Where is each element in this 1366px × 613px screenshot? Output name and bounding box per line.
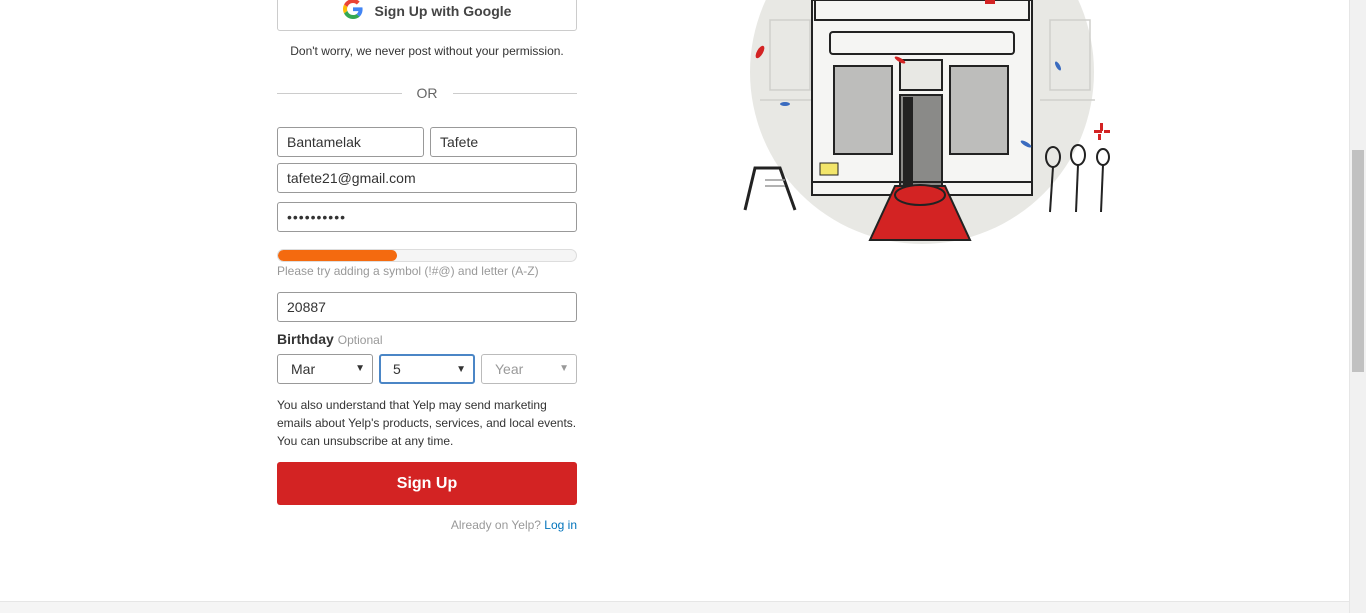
birth-month-select[interactable]: Mar ▼ xyxy=(277,354,373,384)
birthday-label-text: Birthday xyxy=(277,331,334,347)
password-input[interactable]: •••••••••• xyxy=(277,202,577,232)
caret-down-icon: ▼ xyxy=(559,363,569,374)
birth-day-value: 5 xyxy=(393,361,401,377)
already-member-text: Already on Yelp? xyxy=(450,518,541,532)
privacy-disclaimer: Don't worry, we never post without your … xyxy=(290,44,564,58)
birth-year-select[interactable]: Year ▼ xyxy=(481,354,577,384)
email-input[interactable]: tafete21@gmail.com xyxy=(277,163,577,193)
password-strength-hint: Please try adding a symbol (!#@) and let… xyxy=(277,264,539,278)
password-strength-bar xyxy=(277,249,577,262)
divider-line-right xyxy=(452,92,577,94)
google-signup-button[interactable]: Sign Up with Google xyxy=(277,0,577,31)
sign-up-button[interactable]: Sign Up xyxy=(277,462,577,505)
caret-down-icon: ▼ xyxy=(355,363,365,374)
yelp-burst-icon xyxy=(1094,123,1110,140)
or-text: OR xyxy=(416,85,438,101)
already-member-row: Already on Yelp? Log in xyxy=(451,518,577,532)
scrollbar-thumb[interactable] xyxy=(1352,150,1364,372)
birthday-optional-text: Optional xyxy=(337,333,383,347)
birth-year-placeholder: Year xyxy=(495,361,524,377)
star-sign xyxy=(819,162,839,176)
log-in-link[interactable]: Log in xyxy=(544,518,577,532)
last-name-input[interactable]: Tafete xyxy=(430,127,577,157)
zip-code-input[interactable]: 20887 xyxy=(277,292,577,322)
marketing-consent-text: You also understand that Yelp may send m… xyxy=(277,398,577,448)
page-footer-edge xyxy=(0,601,1349,613)
or-divider: OR xyxy=(277,84,577,102)
google-g-icon xyxy=(342,0,363,22)
storefront-illustration xyxy=(743,0,1110,244)
caret-down-icon: ▼ xyxy=(456,364,466,375)
page-scrollbar[interactable] xyxy=(1349,0,1366,613)
first-name-input[interactable]: Bantamelak xyxy=(277,127,424,157)
divider-line-left xyxy=(277,92,402,94)
birthday-label: Birthday Optional xyxy=(277,331,383,347)
open-door xyxy=(903,97,913,187)
storefront-building xyxy=(811,0,1033,196)
birth-day-select[interactable]: 5 ▼ xyxy=(379,354,475,384)
birth-month-value: Mar xyxy=(291,361,316,377)
password-strength-fill xyxy=(278,250,398,261)
google-signup-label: Sign Up with Google xyxy=(374,2,512,19)
